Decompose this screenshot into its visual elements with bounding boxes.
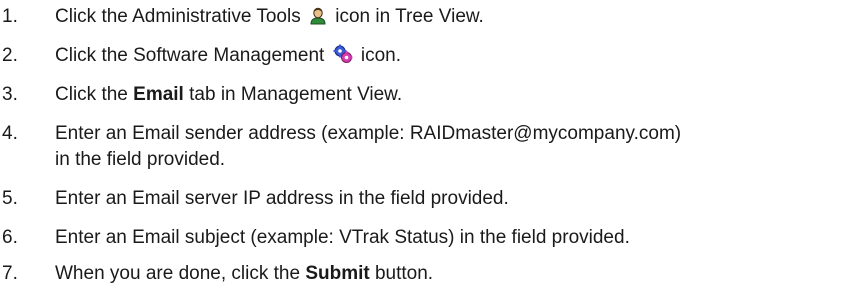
- step-text: Enter an Email server IP address in the …: [55, 188, 509, 209]
- step-number: 5.: [2, 188, 18, 209]
- step-number: 4.: [2, 123, 18, 144]
- step-number: 1.: [2, 6, 18, 27]
- step-text-line-2: in the field provided.: [55, 149, 226, 170]
- step-number: 2.: [2, 45, 18, 66]
- step-number: 3.: [2, 84, 18, 105]
- step-text-after: icon.: [360, 45, 401, 66]
- step-text-before: Click the Software Management: [55, 45, 325, 66]
- step-text-before: Click the: [55, 84, 128, 105]
- step-text-after: button.: [374, 263, 434, 284]
- step-text-line-1: Enter an Email sender address (example: …: [55, 123, 682, 144]
- step-text-before: When you are done, click the: [55, 263, 301, 284]
- step-text-after: tab in Management View.: [189, 84, 403, 105]
- software-management-gears-icon: [333, 44, 353, 72]
- step-text: Enter an Email subject (example: VTrak S…: [55, 227, 630, 248]
- step-bold-term: Email: [133, 84, 184, 105]
- step-number: 7.: [2, 263, 18, 284]
- administrative-tools-person-icon: [309, 7, 327, 33]
- step-number: 6.: [2, 227, 18, 248]
- step-text-after: icon in Tree View.: [335, 6, 484, 27]
- step-text-before: Click the Administrative Tools: [55, 6, 301, 27]
- step-bold-term: Submit: [305, 263, 370, 284]
